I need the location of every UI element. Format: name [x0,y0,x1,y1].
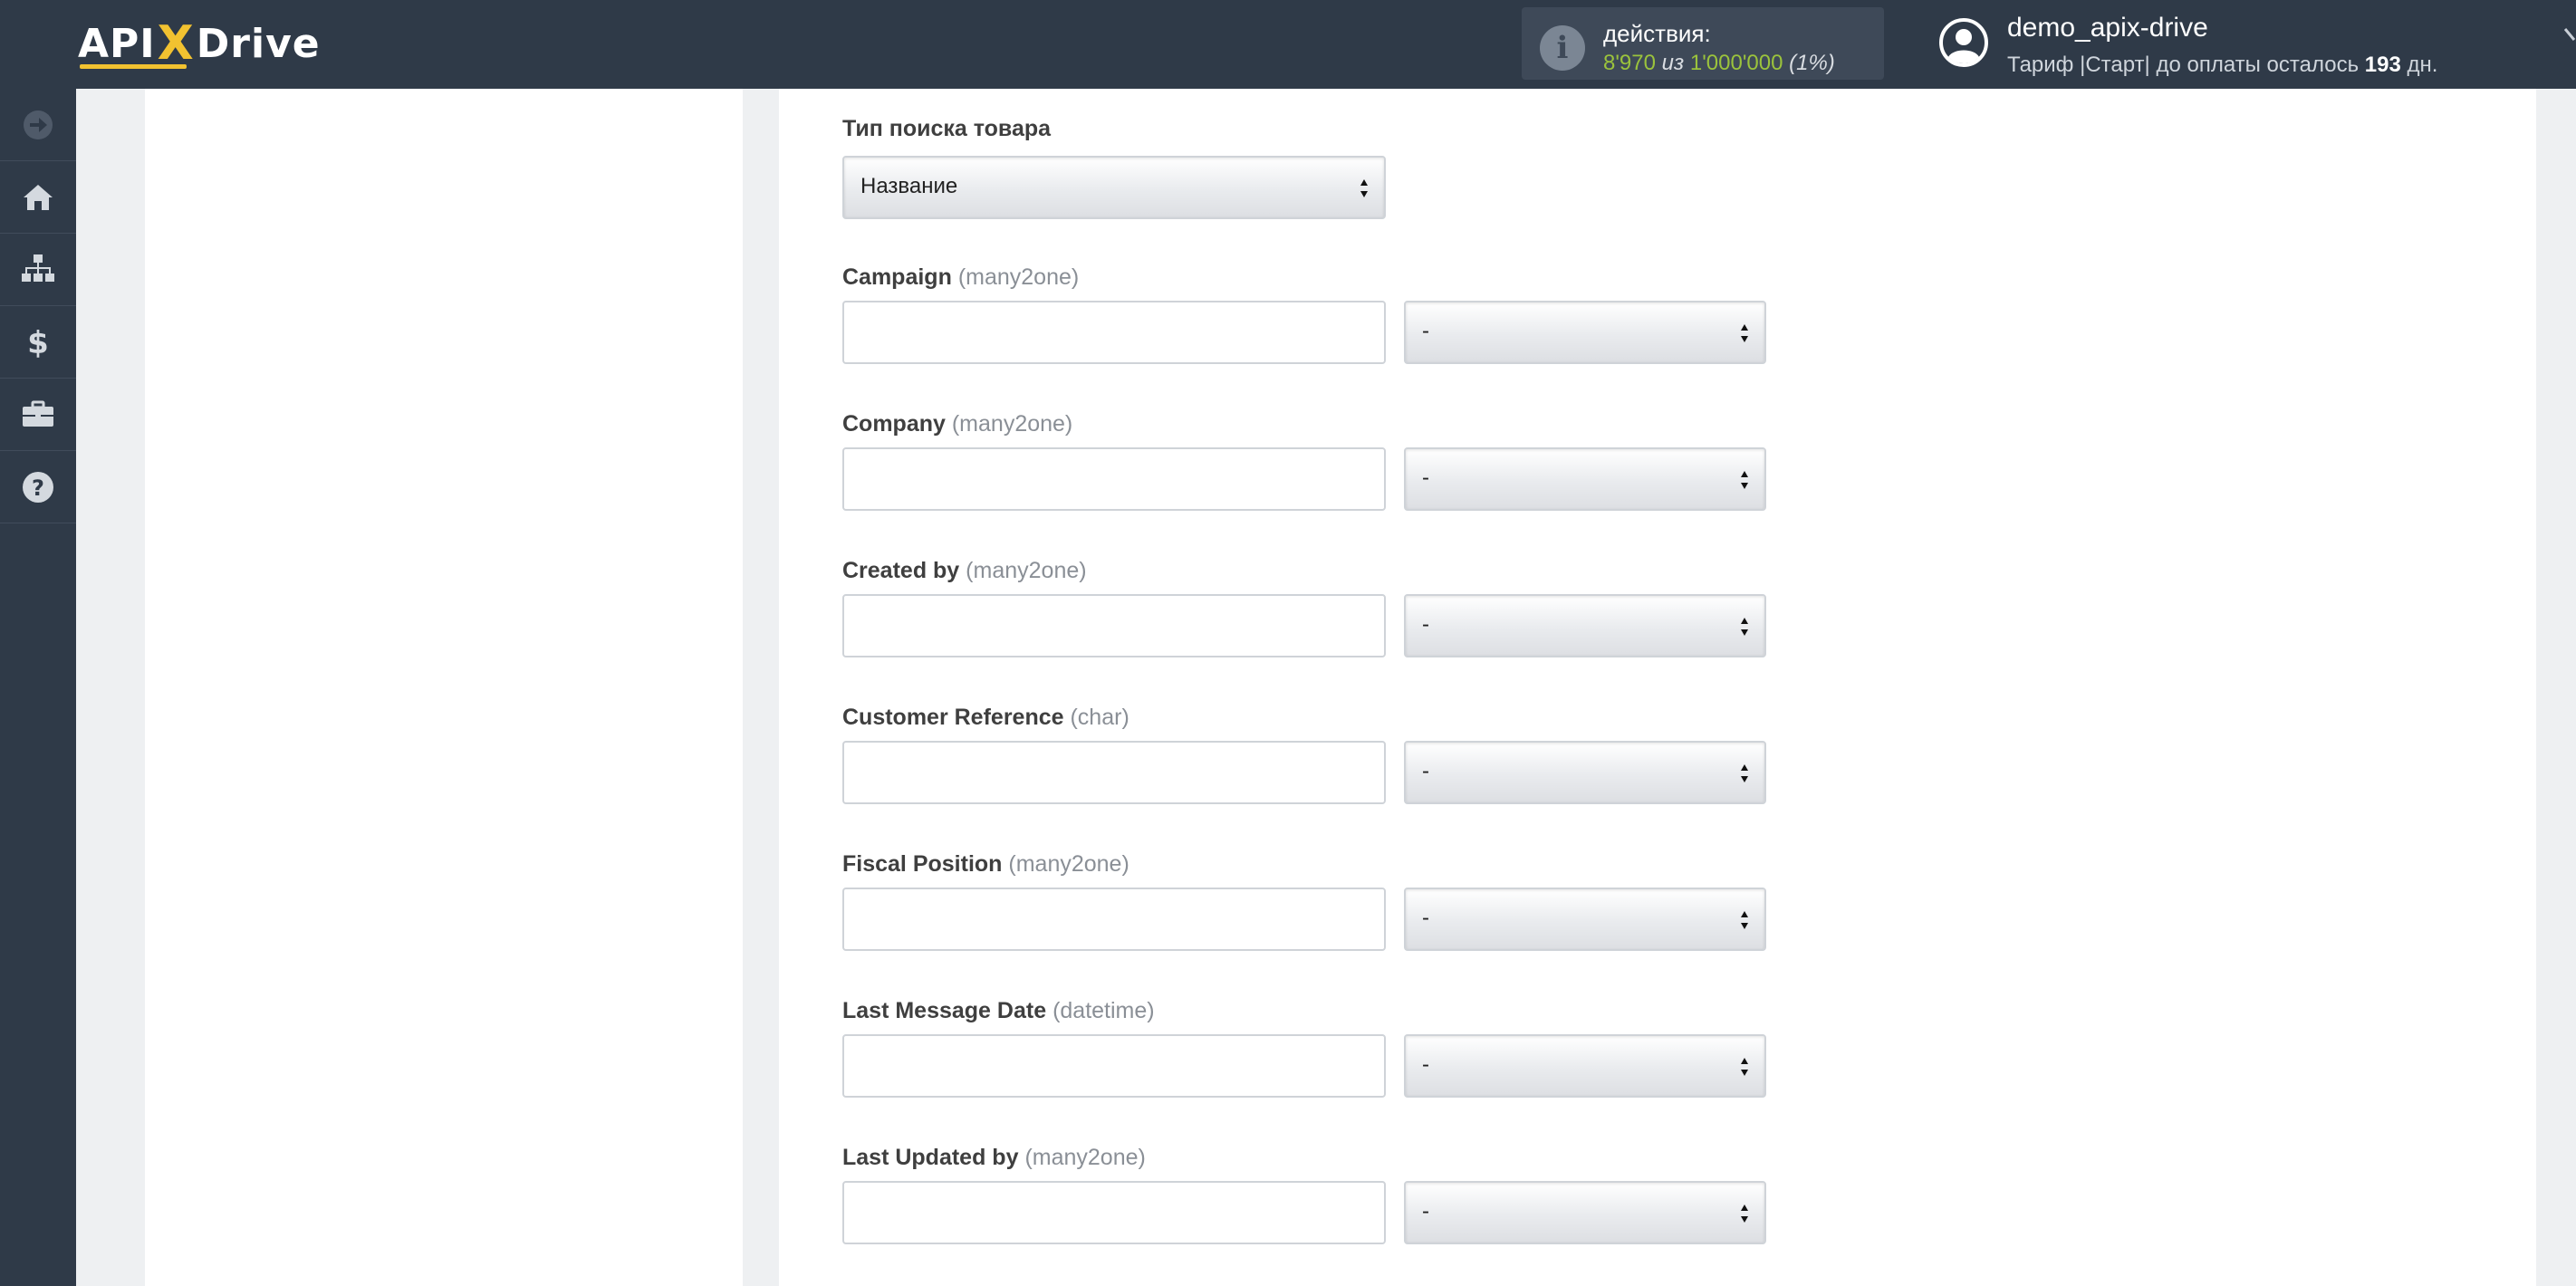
field-type: (many2one) [951,411,1073,437]
actions-label: действия: [1603,20,1711,47]
sidebar-item-connections[interactable] [0,234,76,306]
select-arrows-icon [1741,1058,1748,1076]
select-arrows-icon [1741,1204,1748,1223]
field-type: (datetime) [1053,998,1155,1023]
sidebar-item-expand[interactable] [0,89,76,161]
select-arrows-icon [1360,179,1368,197]
arrow-right-circle-icon [24,110,53,139]
apixdrive-logo[interactable]: API X Drive [78,14,321,72]
last-updated-by-select[interactable]: - [1404,1181,1766,1244]
chevron-down-icon[interactable] [2563,25,2576,56]
company-input[interactable] [842,447,1386,511]
field-type: (many2one) [966,558,1087,583]
field-name: Customer Reference [842,705,1064,730]
last-message-date-input[interactable] [842,1034,1386,1098]
actions-used: 8'970 [1603,51,1656,75]
actions-counter: i действия: 8'970 из 1'000'000 (1%) [1522,7,1884,80]
select-value: - [1422,612,1429,637]
select-value: - [1422,1052,1429,1077]
search-type-select[interactable]: Название [842,156,1386,219]
logo-text-x: X [157,16,195,71]
field-created-by: Created by (many2one) - [842,556,1766,657]
field-name: Company [842,411,946,437]
field-customer-reference: Customer Reference (char) - [842,703,1766,804]
actions-percent: (1%) [1789,51,1835,75]
select-arrows-icon [1741,324,1748,342]
last-updated-by-input[interactable] [842,1181,1386,1244]
field-type: (char) [1070,705,1129,730]
tariff-info: Тариф |Старт| до оплаты осталось 193 дн. [2007,53,2437,78]
field-label: Customer Reference (char) [842,703,1129,732]
sidebar-item-services[interactable] [0,379,76,451]
field-name: Campaign [842,264,952,290]
days-left: 193 [2364,53,2401,77]
field-last-updated-by: Last Updated by (many2one) - [842,1143,1766,1244]
info-icon: i [1540,25,1585,71]
logo-text-drive: Drive [196,20,321,67]
days-suffix: дн. [2407,53,2438,77]
field-label: Last Message Date (datetime) [842,996,1155,1025]
field-fiscal-position: Fiscal Position (many2one) - [842,849,1766,951]
select-value: - [1422,319,1429,343]
campaign-select[interactable]: - [1404,301,1766,364]
field-last-message-date: Last Message Date (datetime) - [842,996,1766,1098]
dollar-icon: $ [27,325,49,360]
user-name: demo_apix-drive [2007,13,2208,43]
company-select[interactable]: - [1404,447,1766,511]
sidebar-item-billing[interactable]: $ [0,306,76,379]
field-type: (many2one) [1008,851,1129,877]
select-value: - [1422,465,1429,490]
customer-reference-input[interactable] [842,741,1386,804]
select-value: - [1422,906,1429,930]
logo-text-api: API [78,20,156,67]
logo-underline [80,64,187,69]
help-circle-icon: ? [23,471,53,503]
actions-total: 1'000'000 [1689,51,1783,75]
campaign-input[interactable] [842,301,1386,364]
created-by-input[interactable] [842,594,1386,657]
field-company: Company (many2one) - [842,409,1766,511]
briefcase-icon [23,400,53,427]
left-panel [145,89,743,1286]
svg-text:?: ? [32,475,44,501]
home-icon [24,184,53,210]
sidebar-item-help[interactable]: ? [0,451,76,523]
field-label: Fiscal Position (many2one) [842,849,1129,878]
select-arrows-icon [1741,471,1748,489]
user-avatar-icon [1939,18,1988,67]
field-name: Last Updated by [842,1145,1019,1170]
select-arrows-icon [1741,911,1748,929]
search-type-label: Тип поиска товара [842,116,1052,141]
sitemap-icon [22,254,54,282]
field-campaign: Campaign (many2one) - [842,263,1766,364]
top-bar: API X Drive i действия: 8'970 из 1'000'000… [0,0,2576,89]
tariff-text: Тариф |Старт| до оплаты осталось [2007,53,2360,77]
created-by-select[interactable]: - [1404,594,1766,657]
search-type-value: Название [860,174,958,198]
field-name: Created by [842,558,960,583]
fiscal-position-input[interactable] [842,888,1386,951]
fiscal-position-select[interactable]: - [1404,888,1766,951]
field-label: Created by (many2one) [842,556,1087,585]
field-name: Fiscal Position [842,851,1003,877]
svg-text:$: $ [27,325,49,360]
sidebar-item-home[interactable] [0,161,76,234]
field-name: Last Message Date [842,998,1047,1023]
select-arrows-icon [1741,618,1748,636]
field-type: (many2one) [957,264,1080,290]
last-message-date-select[interactable]: - [1404,1034,1766,1098]
actions-of: из [1661,51,1685,75]
select-value: - [1422,759,1429,783]
field-type: (many2one) [1024,1145,1146,1170]
field-label: Last Updated by (many2one) [842,1143,1146,1172]
sidebar: $ ? [0,89,76,1286]
select-value: - [1422,1199,1429,1224]
select-arrows-icon [1741,764,1748,782]
actions-count: 8'970 из 1'000'000 (1%) [1603,51,1835,76]
field-label: Campaign (many2one) [842,263,1079,292]
customer-reference-select[interactable]: - [1404,741,1766,804]
field-label: Company (many2one) [842,409,1072,438]
